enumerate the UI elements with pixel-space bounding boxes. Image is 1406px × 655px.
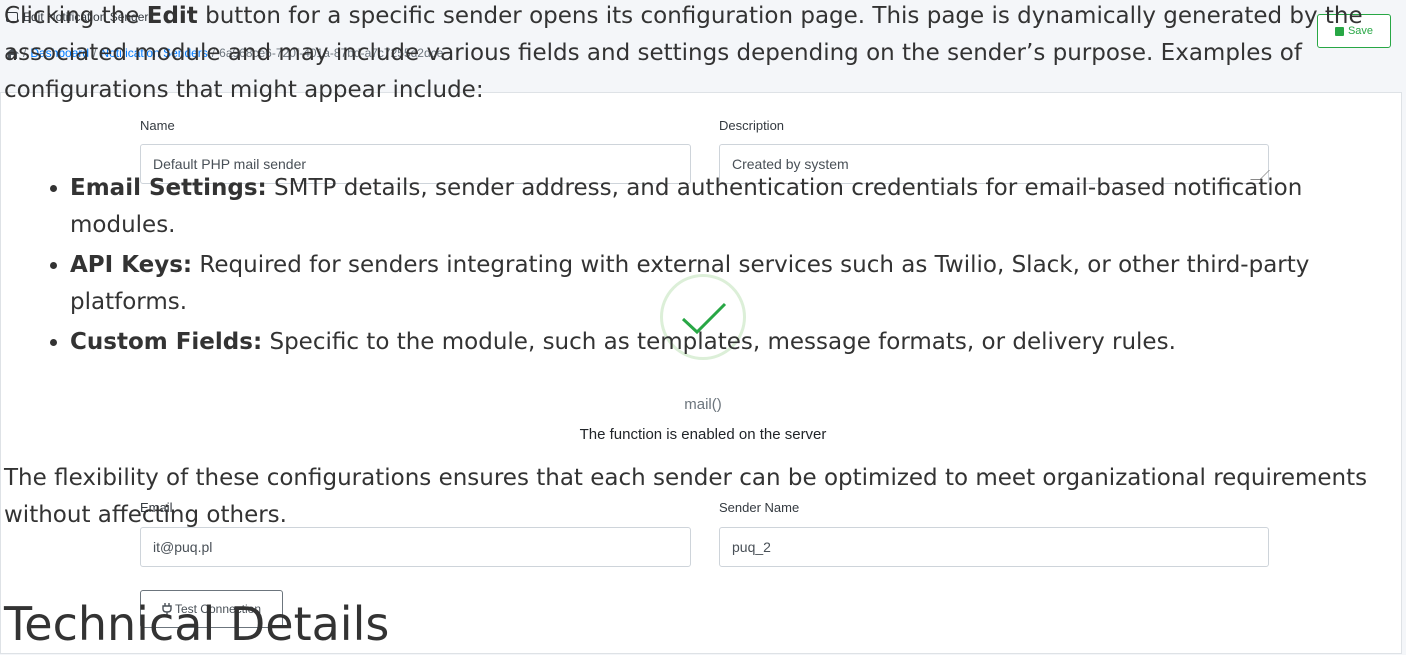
success-check-icon <box>660 274 746 360</box>
breadcrumb-dashboard[interactable]: Dashboard <box>30 46 89 60</box>
function-status: The function is enabled on the server <box>579 426 827 443</box>
save-icon <box>1334 26 1344 36</box>
save-label: Save <box>1347 25 1374 37</box>
page-title: Edit Notification Sender <box>23 10 149 24</box>
email-label: Email <box>140 500 173 515</box>
save-button[interactable]: Save <box>1317 14 1391 48</box>
description-textarea[interactable]: Created by system <box>719 144 1269 184</box>
test-connection-button[interactable]: Test Connection <box>140 590 283 628</box>
app-screen: Edit Notification Sender / Dashboard / N… <box>0 0 1406 655</box>
page-header: Edit Notification Sender <box>6 10 148 24</box>
sender-name-input[interactable]: puq_2 <box>719 527 1269 567</box>
plug-icon <box>162 603 172 615</box>
description-label: Description <box>719 118 785 133</box>
breadcrumb: / Dashboard / Notification Senders / 6a9… <box>6 46 443 60</box>
breadcrumb-notification-senders[interactable]: Notification Senders <box>100 46 207 60</box>
email-input[interactable]: it@puq.pl <box>140 527 691 567</box>
name-label: Name <box>140 118 175 133</box>
edit-icon <box>6 12 18 22</box>
name-input[interactable]: Default PHP mail sender <box>140 144 691 184</box>
sender-name-label: Sender Name <box>719 500 800 515</box>
home-icon[interactable] <box>6 47 19 59</box>
function-name: mail() <box>684 396 722 413</box>
breadcrumb-current: 6a968ce6-720f-401a-87bd-a7c7255d2dce <box>219 46 444 60</box>
test-connection-label: Test Connection <box>174 602 262 616</box>
